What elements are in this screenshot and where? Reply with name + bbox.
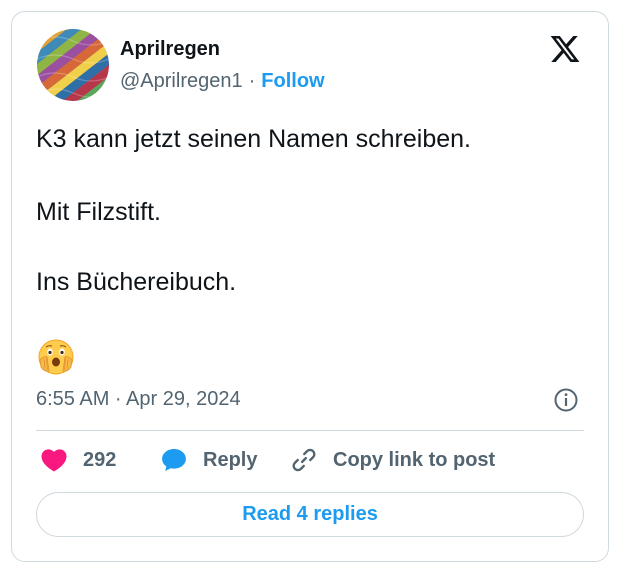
reply-label: Reply [203,448,258,471]
tweet-card: Aprilregen @Aprilregen1 · Follow K3 kann j… [11,11,609,562]
info-icon[interactable] [553,387,579,413]
follow-button[interactable]: Follow [261,70,324,92]
heart-icon [39,445,69,475]
x-logo-icon[interactable] [548,33,582,65]
copy-link-button[interactable]: Copy link to post [289,444,495,476]
like-button[interactable]: 292 [39,444,116,476]
like-count: 292 [83,448,117,471]
author-display-name[interactable]: Aprilregen [120,38,220,61]
copy-link-label: Copy link to post [333,448,496,471]
read-replies-button[interactable]: Read 4 replies [36,492,584,537]
divider [36,430,584,431]
link-icon [289,445,319,475]
author-handle[interactable]: @Aprilregen1 [120,70,243,92]
speech-bubble-icon [159,445,189,475]
tweet-text-line-1: K3 kann jetzt seinen Namen schreiben. [36,125,471,153]
read-replies-label: Read 4 replies [242,503,378,525]
reply-button[interactable]: Reply [159,444,257,476]
face-with-open-eyes-and-hand-over-mouth-icon [37,338,75,376]
tweet-text-line-3: Ins Büchereibuch. [36,268,237,296]
tweet-text-line-2: Mit Filzstift. [36,198,161,226]
author-handle-row: @Aprilregen1 · Follow [120,70,325,93]
handle-separator: · [248,70,256,92]
avatar[interactable] [37,29,109,101]
tweet-timestamp[interactable]: 6:55 AM · Apr 29, 2024 [36,388,241,411]
